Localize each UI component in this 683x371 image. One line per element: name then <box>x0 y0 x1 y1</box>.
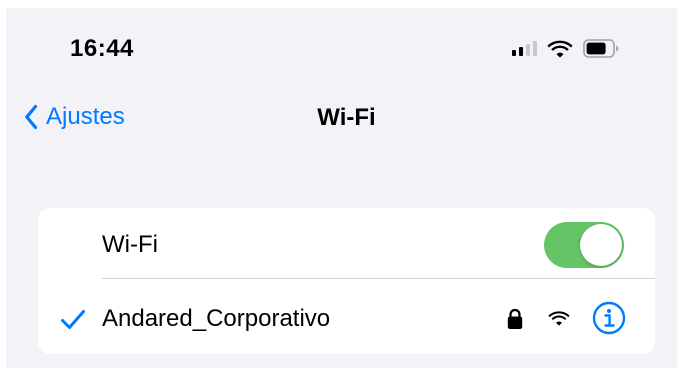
info-icon[interactable] <box>592 301 626 335</box>
status-icons <box>512 35 619 61</box>
network-row[interactable]: Andared_Corporativo <box>38 208 655 354</box>
status-time: 16:44 <box>70 35 134 62</box>
checkmark-icon <box>61 310 85 329</box>
cellular-signal-icon <box>512 40 537 56</box>
wifi-icon <box>547 40 573 58</box>
settings-screen: 16:44 Ajustes Wi-Fi Wi-Fi Andared_Corpor… <box>6 8 677 368</box>
network-name: Andared_Corporativo <box>102 305 331 332</box>
battery-icon <box>583 38 619 58</box>
lock-icon <box>507 308 523 329</box>
page-title: Wi-Fi <box>317 104 376 131</box>
wifi-settings-group: Wi-Fi Andared_Corporativo <box>38 208 655 354</box>
wifi-signal-icon <box>548 311 570 326</box>
